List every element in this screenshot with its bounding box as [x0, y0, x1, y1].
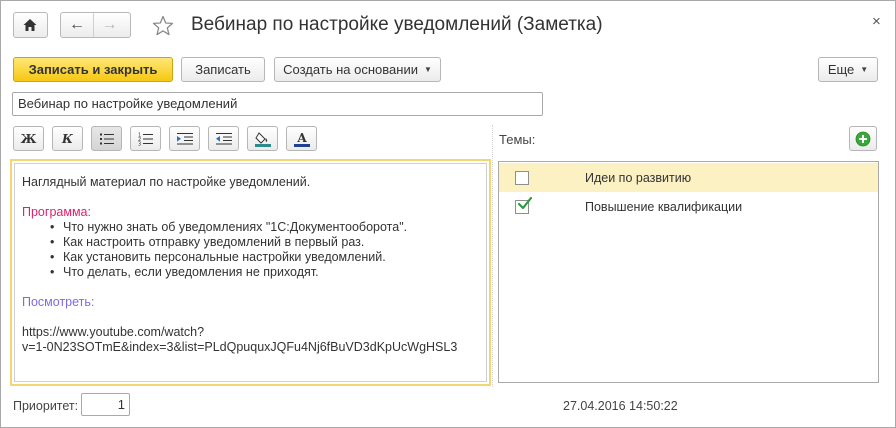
- topic-checkbox[interactable]: [515, 196, 533, 214]
- priority-input[interactable]: 1: [81, 393, 130, 416]
- create-based-on-button[interactable]: Создать на основании ▼: [274, 57, 441, 82]
- back-button[interactable]: ←: [61, 13, 93, 37]
- indent-decrease-icon: [215, 132, 232, 144]
- numbered-list-button[interactable]: 1 2 3: [130, 126, 161, 151]
- home-button-group: [13, 12, 48, 38]
- svg-text:3: 3: [138, 141, 141, 146]
- numbered-list-icon: 1 2 3: [138, 132, 153, 146]
- watch-heading: Посмотреть:: [22, 295, 95, 309]
- video-url-line-2: v=1-0N23SOTmE&index=3&list=PLdQpuquxJQFu…: [22, 340, 458, 354]
- svg-text:A: A: [296, 131, 307, 145]
- note-name-input[interactable]: Вебинар по настройке уведомлений: [12, 92, 543, 116]
- intro-text: Наглядный материал по настройке уведомле…: [22, 175, 311, 189]
- more-button[interactable]: Еще ▼: [818, 57, 878, 82]
- panel-divider[interactable]: [492, 125, 493, 387]
- bold-icon: Ж: [20, 131, 37, 146]
- font-color-button[interactable]: A: [286, 126, 317, 151]
- close-icon[interactable]: ×: [872, 13, 881, 30]
- fill-color-button[interactable]: [247, 126, 278, 151]
- italic-icon: К: [62, 131, 73, 146]
- list-item: Как установить персональные настройки ув…: [50, 250, 480, 265]
- save-and-close-button[interactable]: Записать и закрыть: [13, 57, 173, 82]
- history-nav: ← →: [60, 12, 131, 38]
- note-text-editor[interactable]: Наглядный материал по настройке уведомле…: [10, 159, 491, 386]
- topics-label: Темы:: [499, 132, 536, 147]
- indent-increase-icon: [176, 132, 193, 144]
- editor-content[interactable]: Наглядный материал по настройке уведомле…: [14, 163, 487, 382]
- list-item: Как настроить отправку уведомлений в пер…: [50, 235, 480, 250]
- topic-checkbox[interactable]: [515, 171, 529, 185]
- bulleted-list-icon: [99, 133, 114, 144]
- more-label: Еще: [827, 62, 855, 77]
- save-button[interactable]: Записать: [181, 57, 265, 82]
- timestamp: 27.04.2016 14:50:22: [563, 399, 678, 413]
- dropdown-caret-icon: ▼: [423, 65, 432, 74]
- font-color-icon: A: [293, 131, 310, 147]
- list-item[interactable]: Идеи по развитию: [499, 163, 878, 192]
- list-item: Что нужно знать об уведомлениях "1С:Доку…: [50, 220, 480, 235]
- forward-button[interactable]: →: [93, 13, 125, 37]
- topic-label: Повышение квалификации: [585, 200, 743, 214]
- checkmark-icon: [517, 196, 533, 210]
- add-icon: [855, 131, 871, 146]
- video-url-line-1: https://www.youtube.com/watch?: [22, 325, 205, 339]
- back-arrow-icon: ←: [69, 16, 85, 33]
- indent-decrease-button[interactable]: [208, 126, 239, 151]
- fill-color-icon: [254, 131, 271, 147]
- topics-list: Идеи по развитию Повышение квалификации: [498, 161, 879, 383]
- home-icon: [23, 19, 37, 31]
- bulleted-list-button[interactable]: [91, 126, 122, 151]
- window-title: Вебинар по настройке уведомлений (Заметк…: [191, 14, 603, 35]
- create-based-on-label: Создать на основании: [283, 62, 418, 77]
- home-button[interactable]: [14, 13, 46, 37]
- list-item[interactable]: Повышение квалификации: [499, 192, 878, 221]
- priority-label: Приоритет:: [13, 399, 79, 413]
- indent-increase-button[interactable]: [169, 126, 200, 151]
- dropdown-caret-icon: ▼: [860, 65, 869, 74]
- bold-button[interactable]: Ж: [13, 126, 44, 151]
- italic-button[interactable]: К: [52, 126, 83, 151]
- add-topic-button[interactable]: [849, 126, 877, 151]
- forward-arrow-icon: →: [101, 16, 118, 33]
- program-heading: Программа:: [22, 205, 91, 219]
- program-list: Что нужно знать об уведомлениях "1С:Доку…: [22, 220, 480, 280]
- note-window: ← → Вебинар по настройке уведомлений (За…: [0, 0, 896, 428]
- list-item: Что делать, если уведомления не приходят…: [50, 265, 480, 280]
- topic-label: Идеи по развитию: [585, 171, 692, 185]
- favorite-star-icon[interactable]: [151, 14, 175, 38]
